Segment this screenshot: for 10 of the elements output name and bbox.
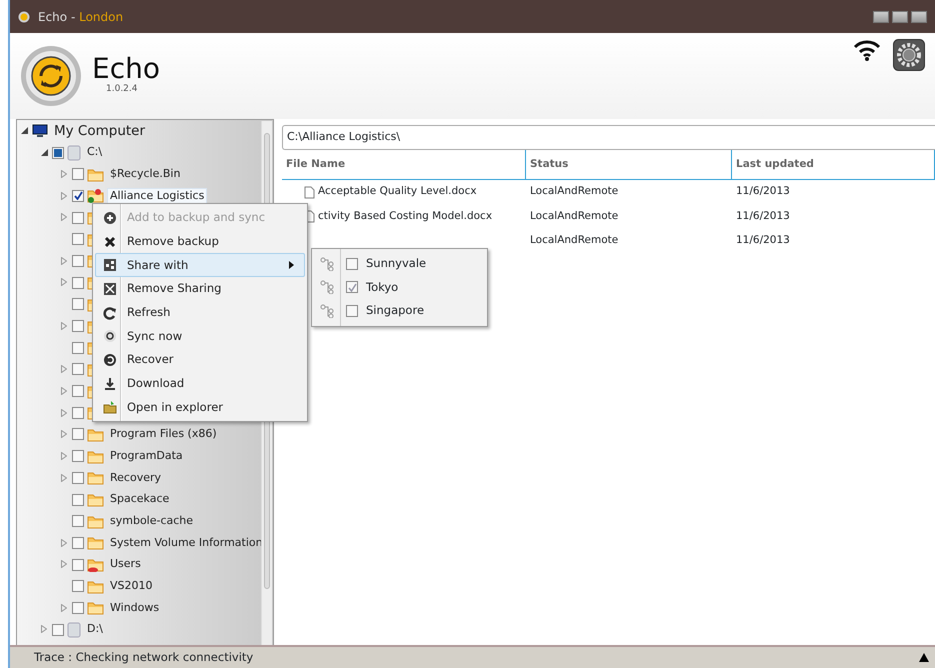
date-cell-text: 11/6/2013 xyxy=(735,208,791,224)
date-cell-text: 11/6/2013 xyxy=(735,233,791,248)
app-name: Echo xyxy=(92,55,160,84)
date-cell-text: 11/6/2013 xyxy=(735,184,791,200)
status-cell-text: LocalAndRemote xyxy=(529,233,620,248)
status-cell-text: LocalAndRemote xyxy=(529,208,620,224)
status-text: Trace : Checking network connectivity xyxy=(34,648,254,666)
status-cell-text: LocalAndRemote xyxy=(529,184,620,200)
version-label: 1.0.2.4 xyxy=(106,83,138,96)
window-title: Echo - London xyxy=(38,8,124,26)
